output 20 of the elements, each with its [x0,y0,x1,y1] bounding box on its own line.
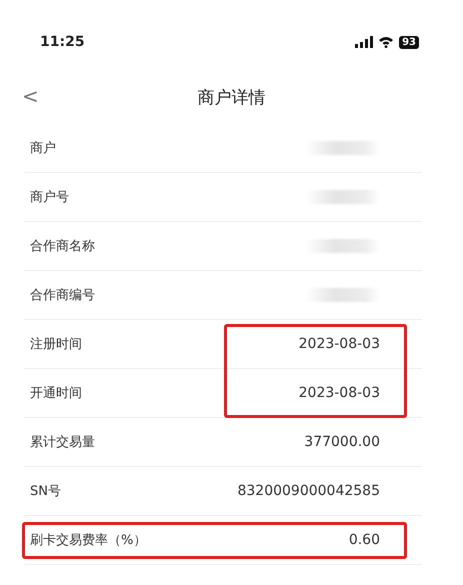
field-label: 累计交易量 [30,434,95,451]
field-label: 商户号 [30,189,69,206]
page-title: 商户详情 [198,86,266,108]
status-time: 11:25 [40,34,85,50]
battery-level: 93 [399,36,419,48]
field-value: 8320009000042585 [237,483,380,499]
field-label: 开通时间 [30,385,82,402]
field-value: 0.60 [348,532,380,548]
back-button[interactable]: < [22,84,39,108]
field-label: SN号 [30,483,61,500]
field-label: 刷卡交易费率（%） [30,532,146,549]
field-value: 2023-08-03 [298,385,380,401]
signal-icon [355,36,374,48]
wifi-icon [378,36,394,48]
field-value: 2023-08-03 [298,336,380,352]
field-label: 注册时间 [30,336,82,353]
field-value: 377000.00 [304,434,380,450]
field-label: 商户 [30,140,56,157]
field-label: 合作商编号 [30,287,95,304]
field-label: 合作商名称 [30,238,95,255]
